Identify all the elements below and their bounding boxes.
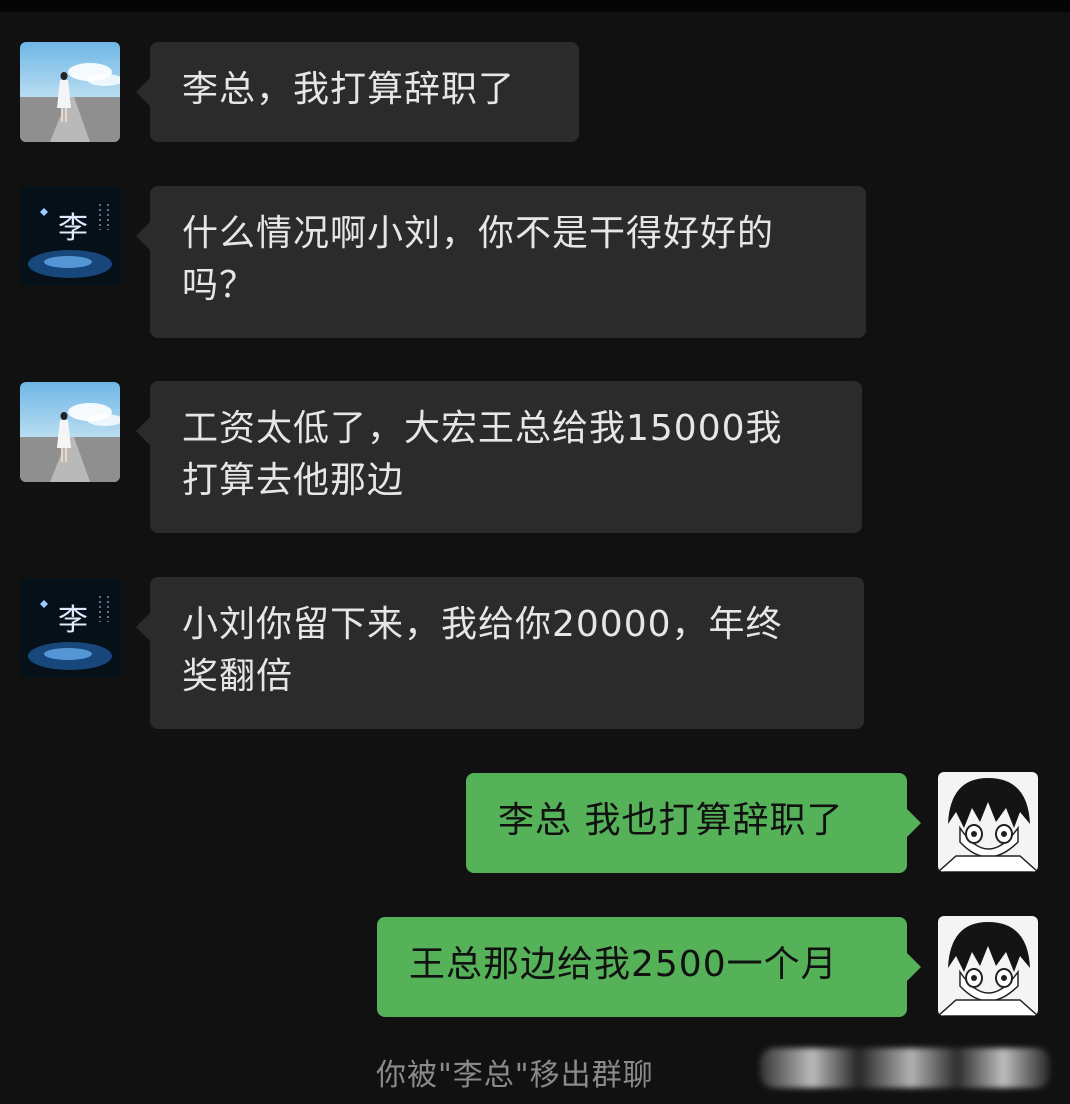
message-bubble[interactable]: 李总，我打算辞职了 xyxy=(136,42,579,142)
avatar-anime-boy-icon[interactable] xyxy=(938,916,1038,1016)
message-bubble[interactable]: 什么情况啊小刘，你不是干得好好的 吗？ xyxy=(136,186,866,338)
avatar-li-char: 李 xyxy=(58,211,88,246)
watermark-blur xyxy=(760,1048,1050,1088)
avatar-li-icon[interactable]: 李 xyxy=(20,186,120,286)
message-bubble-sent[interactable]: 李总 我也打算辞职了 xyxy=(466,773,921,873)
message-bubble-sent[interactable]: 王总那边给我2500一个月 xyxy=(377,917,921,1017)
status-bar xyxy=(0,0,1070,12)
message-bubble[interactable]: 小刘你留下来，我给你20000，年终 奖翻倍 xyxy=(136,577,864,729)
avatar-girl-icon[interactable] xyxy=(20,42,120,142)
avatar-li-char: 李 xyxy=(58,603,88,638)
message-bubble[interactable]: 工资太低了，大宏王总给我15000我 打算去他那边 xyxy=(136,381,862,533)
avatar-anime-boy-icon[interactable] xyxy=(938,772,1038,872)
avatar-girl-icon[interactable] xyxy=(20,382,120,482)
system-note-removed-from-group: 你被"李总"移出群聊 xyxy=(376,1058,654,1093)
avatar-li-icon[interactable]: 李 xyxy=(20,578,120,678)
